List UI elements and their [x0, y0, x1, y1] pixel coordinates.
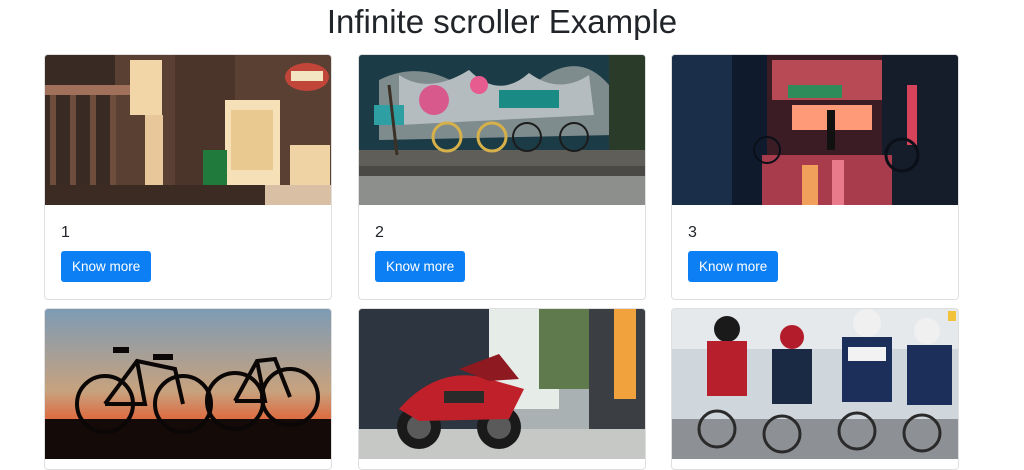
- card-image: [359, 55, 645, 205]
- card-image: [672, 55, 958, 205]
- card: 1 Know more: [44, 54, 332, 300]
- know-more-button[interactable]: Know more: [61, 251, 152, 282]
- know-more-button[interactable]: Know more: [375, 251, 466, 282]
- card-number: 2: [375, 224, 384, 241]
- card: 2 Know more: [358, 54, 646, 300]
- card: [44, 308, 332, 470]
- card-image: [672, 309, 958, 459]
- know-more-button[interactable]: Know more: [688, 251, 779, 282]
- page-title: Infinite scroller Example: [326, 3, 678, 40]
- card-image: [45, 55, 331, 205]
- card: 3 Know more: [671, 54, 959, 300]
- card-number: 1: [61, 224, 70, 241]
- card: [358, 308, 646, 470]
- card: [671, 308, 959, 470]
- card-image: [359, 309, 645, 459]
- card-image: [45, 309, 331, 459]
- card-number: 3: [688, 224, 697, 241]
